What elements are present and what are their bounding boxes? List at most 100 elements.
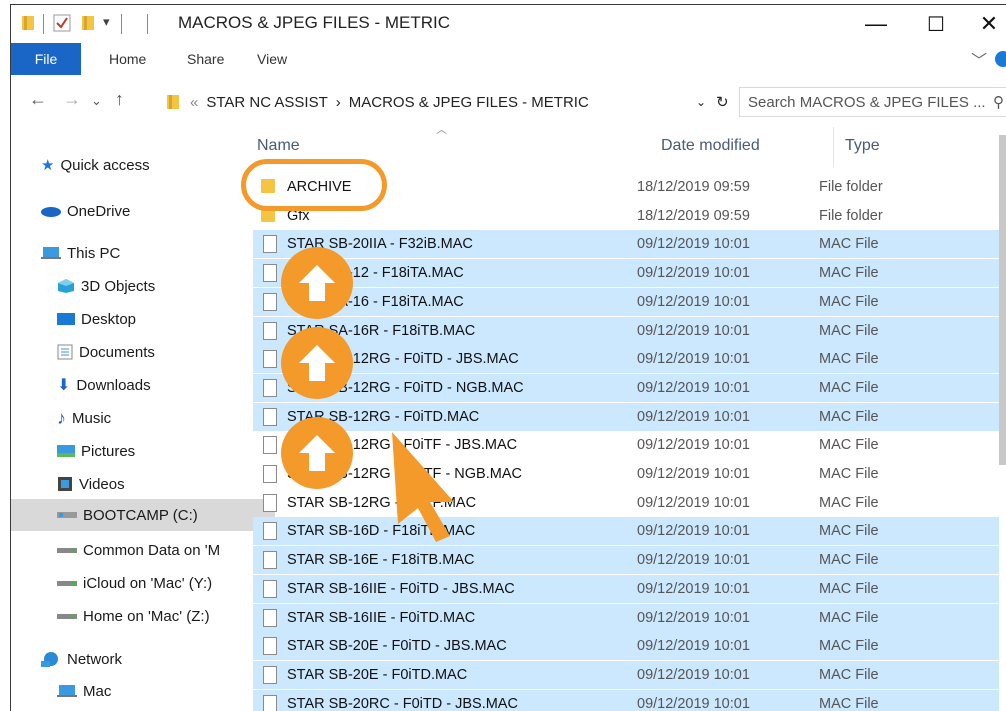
maximize-button[interactable]: ☐: [916, 9, 956, 39]
file-row[interactable]: STAR SB-16E - F18iTB.MAC 09/12/2019 10:01…: [253, 546, 999, 575]
network-drive-icon: [57, 581, 77, 586]
file-icon: [263, 694, 277, 711]
file-row[interactable]: STAR SB-12RG - F0iTF - NGB.MAC09/12/2019…: [253, 460, 999, 488]
file-type: MAC File: [819, 236, 879, 253]
nav-label: Videos: [79, 475, 125, 493]
divider: [147, 14, 148, 34]
sort-ascending-icon: ︿: [436, 124, 447, 136]
file-row[interactable]: STAR SB-12RG - F0iTD.MAC 09/12/2019 10:01…: [253, 402, 999, 431]
file-icon: [263, 665, 277, 684]
file-date: 09/12/2019 10:01: [637, 466, 750, 482]
file-icon: [263, 608, 277, 627]
help-icon[interactable]: [995, 51, 1006, 67]
properties-icon[interactable]: [53, 14, 71, 32]
new-folder-icon[interactable]: [81, 14, 95, 32]
file-type: MAC File: [819, 322, 879, 339]
address-box[interactable]: « STAR NC ASSIST › MACROS & JPEG FILES -…: [159, 87, 733, 117]
tab-file[interactable]: File: [11, 43, 81, 75]
file-row[interactable]: STAR SB-20RC - F0iTD - JBS.MAC 09/12/2019…: [253, 689, 999, 711]
file-row[interactable]: STAR SB-12RG - F0iTD - JBS.MAC 09/12/2019…: [253, 345, 999, 374]
file-row[interactable]: STAR SB-12RG - F0iTD - NGB.MAC 09/12/2019…: [253, 373, 999, 402]
file-name: STAR SB-20E - F0iTD.MAC: [287, 666, 468, 683]
nav-label: iCloud on 'Mac' (Y:): [83, 574, 213, 592]
file-icon: [263, 378, 277, 397]
file-type: MAC File: [819, 265, 879, 282]
recent-locations-icon[interactable]: ⌄: [91, 93, 102, 109]
file-row[interactable]: STAR SA-16 - F18iTA.MAC 09/12/2019 10:01 M…: [253, 287, 999, 316]
tab-view[interactable]: View: [257, 43, 287, 75]
nav-this-pc[interactable]: This PC: [11, 237, 259, 269]
up-arrow-icon[interactable]: ↑: [115, 89, 124, 110]
tab-share[interactable]: Share: [187, 43, 224, 75]
file-date: 18/12/2019 09:59: [637, 179, 750, 195]
file-date: 09/12/2019 10:01: [637, 580, 750, 597]
cloud-icon: [41, 207, 61, 217]
file-date: 09/12/2019 10:01: [637, 408, 750, 425]
file-row[interactable]: STAR SA-16R - F18iTB.MAC 09/12/2019 10:01…: [253, 316, 999, 345]
column-header-type[interactable]: Type: [845, 137, 880, 155]
music-icon: ♪: [57, 407, 66, 428]
back-arrow-icon[interactable]: ←: [29, 89, 47, 110]
minimize-button[interactable]: —: [856, 9, 896, 39]
file-type: MAC File: [819, 638, 879, 655]
file-date: 09/12/2019 10:01: [637, 609, 750, 626]
nav-label: Quick access: [60, 156, 150, 174]
address-dropdown-icon[interactable]: ⌄: [696, 95, 706, 109]
up-arrow-icon: [281, 327, 353, 399]
close-button[interactable]: ✕: [969, 9, 1006, 39]
file-type: MAC File: [819, 695, 879, 711]
file-row[interactable]: STAR SB-12RG - F0iTF - JBS.MAC09/12/2019…: [253, 431, 999, 459]
nav-label: Documents: [79, 343, 155, 361]
folder-icon: [21, 14, 35, 32]
file-icon: [263, 235, 277, 254]
breadcrumb-root[interactable]: STAR NC ASSIST: [206, 94, 327, 111]
nav-label: Desktop: [81, 310, 137, 328]
refresh-icon[interactable]: ↻: [716, 93, 729, 111]
file-row[interactable]: STAR SB-16D - F18iTB.MAC 09/12/2019 10:01…: [253, 517, 999, 546]
file-name: STAR SB-20RC - F0iTD - JBS.MAC: [287, 695, 518, 711]
folder-icon: [167, 95, 179, 109]
divider: [43, 14, 44, 34]
vertical-scrollbar[interactable]: [999, 135, 1006, 465]
file-row[interactable]: STAR SB-12RG - F0iTF.MAC 09/12/2019 10:01…: [253, 489, 999, 517]
nav-onedrive[interactable]: OneDrive: [11, 195, 259, 227]
column-header-name[interactable]: Name: [257, 137, 300, 155]
file-date: 09/12/2019 10:01: [637, 523, 750, 540]
network-icon: [41, 652, 58, 667]
file-row[interactable]: STAR SB-20E - F0iTD.MAC 09/12/2019 10:01 M…: [253, 660, 999, 689]
nav-label: Network: [67, 650, 123, 668]
expand-ribbon-icon[interactable]: ﹀: [971, 43, 987, 75]
navigation-pane: ★ Quick access OneDrive This PC 3D Object…: [11, 127, 275, 711]
column-header-date[interactable]: Date modified: [661, 137, 760, 155]
file-row[interactable]: STAR SB-16IIE - F0iTD - JBS.MAC 09/12/201…: [253, 574, 999, 603]
mouse-pointer-icon: [392, 432, 454, 542]
nav-label: 3D Objects: [81, 277, 156, 295]
file-date: 09/12/2019 10:01: [637, 552, 750, 569]
search-input[interactable]: Search MACROS & JPEG FILES ... ⚲: [739, 87, 1006, 117]
forward-arrow-icon[interactable]: →: [63, 89, 81, 110]
tab-home[interactable]: Home: [109, 43, 146, 75]
nav-label: This PC: [67, 244, 121, 262]
file-row[interactable]: STAR SA-12 - F18iTA.MAC 09/12/2019 10:01 M…: [253, 259, 999, 288]
breadcrumb-current[interactable]: MACROS & JPEG FILES - METRIC: [349, 94, 589, 111]
file-row[interactable]: STAR SB-16IIE - F0iTD.MAC 09/12/2019 10:0…: [253, 603, 999, 632]
file-type: File folder: [819, 179, 883, 195]
overflow-icon[interactable]: «: [190, 94, 198, 111]
file-name: STAR SB-16IIE - F0iTD - JBS.MAC: [287, 580, 515, 597]
file-type: MAC File: [819, 379, 879, 396]
chevron-right-icon[interactable]: ›: [336, 94, 341, 111]
customize-quick-access-icon[interactable]: ▾: [103, 14, 110, 30]
download-icon: ⬇: [57, 377, 71, 394]
file-date: 18/12/2019 09:59: [637, 207, 750, 224]
nav-network[interactable]: Network: [11, 643, 259, 675]
file-icon: [263, 465, 277, 483]
window-title: MACROS & JPEG FILES - METRIC: [178, 13, 451, 32]
up-arrow-icon: [281, 417, 353, 489]
file-row[interactable]: STAR SB-20IIA - F32iB.MAC 09/12/2019 10:0…: [253, 230, 999, 259]
search-icon[interactable]: ⚲: [993, 93, 1004, 111]
file-row[interactable]: STAR SB-20E - F0iTD - JBS.MAC 09/12/2019 …: [253, 632, 999, 661]
file-date: 09/12/2019 10:01: [637, 638, 750, 655]
file-date: 09/12/2019 10:01: [637, 494, 750, 511]
nav-quick-access[interactable]: ★ Quick access: [11, 149, 259, 181]
file-date: 09/12/2019 10:01: [637, 293, 750, 310]
